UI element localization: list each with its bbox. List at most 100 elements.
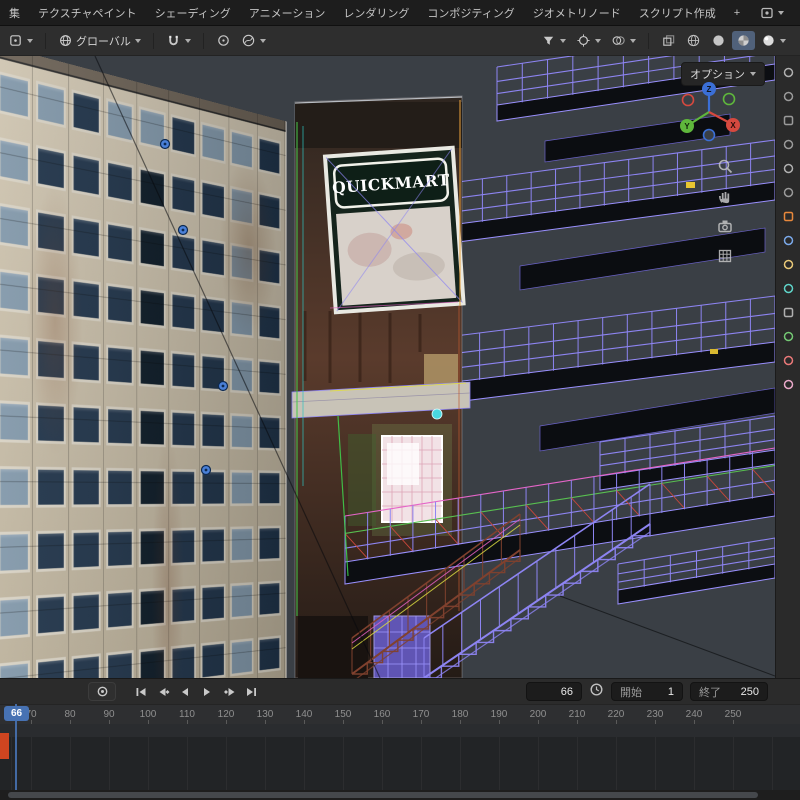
properties-tab-physics-icon[interactable] bbox=[782, 282, 795, 295]
ruler-tick-label: 180 bbox=[452, 709, 469, 720]
ruler-tick-label: 100 bbox=[140, 709, 157, 720]
navigation-gizmo[interactable]: Z Y X bbox=[677, 80, 741, 144]
current-frame-field[interactable]: 66 bbox=[526, 682, 582, 701]
object-type-visibility-dropdown[interactable] bbox=[537, 31, 570, 50]
shading-rendered-button[interactable] bbox=[757, 31, 790, 50]
show-gizmo-dropdown[interactable] bbox=[572, 31, 605, 50]
workspace-tab[interactable]: シェーディング bbox=[146, 1, 240, 25]
walkway-bottom[interactable] bbox=[618, 538, 775, 604]
properties-tab-object-icon[interactable] bbox=[782, 210, 795, 223]
frame-end-field[interactable]: 終了 250 bbox=[690, 682, 768, 701]
ruler-tick-label: 210 bbox=[569, 709, 586, 720]
timeline-header: 66 開始 1 終了 250 bbox=[0, 678, 800, 704]
3d-viewport[interactable]: QUICKMART bbox=[0, 56, 775, 678]
workspace-tab[interactable]: ジオメトリノード bbox=[524, 1, 630, 25]
camera-view-icon[interactable] bbox=[715, 216, 735, 236]
axis-neg-x[interactable] bbox=[683, 95, 694, 106]
cable-2 bbox=[560, 596, 775, 676]
ruler-tick-label: 130 bbox=[257, 709, 274, 720]
properties-tab-object-data-icon[interactable] bbox=[782, 330, 795, 343]
workspace-tab[interactable]: レンダリング bbox=[334, 1, 418, 25]
timeline-channels[interactable] bbox=[0, 724, 800, 790]
workspace-tab[interactable]: アニメーション bbox=[240, 1, 335, 25]
ruler-tick-label: 120 bbox=[218, 709, 235, 720]
timeline-channel-color bbox=[0, 733, 9, 759]
editor-mode-icon[interactable] bbox=[4, 31, 37, 50]
tower-building[interactable]: QUICKMART bbox=[292, 96, 470, 678]
viewport-header: グローバル bbox=[0, 26, 800, 56]
jump-to-end-button[interactable] bbox=[242, 683, 261, 700]
orientation-label: グローバル bbox=[76, 33, 131, 49]
topbar: 集テクスチャペイントシェーディングアニメーションレンダリングコンポジティングジオ… bbox=[0, 0, 800, 26]
gizmo-icon bbox=[576, 33, 591, 48]
svg-text:Z: Z bbox=[707, 85, 712, 94]
quickmart-sign[interactable]: QUICKMART bbox=[325, 148, 464, 313]
play-button[interactable] bbox=[198, 683, 217, 700]
next-keyframe-button[interactable] bbox=[220, 683, 239, 700]
jump-to-start-button[interactable] bbox=[132, 683, 151, 700]
ruler-tick-label: 140 bbox=[296, 709, 313, 720]
scene-selector-icon[interactable] bbox=[756, 4, 788, 22]
ruler-tick-label: 190 bbox=[491, 709, 508, 720]
snap-magnet-button[interactable] bbox=[162, 31, 195, 50]
shading-material-button[interactable] bbox=[732, 31, 755, 50]
proportional-editing-button[interactable] bbox=[212, 31, 235, 50]
solid-sphere-icon bbox=[711, 33, 726, 48]
playhead-frame-badge[interactable]: 66 bbox=[4, 706, 29, 721]
material-sphere-icon bbox=[736, 33, 751, 48]
properties-tab-render-icon[interactable] bbox=[782, 90, 795, 103]
workspace-tab[interactable]: テクスチャペイント bbox=[29, 1, 146, 25]
workspace-tab[interactable]: + bbox=[725, 3, 749, 23]
ruler-tick-label: 230 bbox=[647, 709, 664, 720]
ruler-tick-label: 240 bbox=[686, 709, 703, 720]
properties-tab-constraints-icon[interactable] bbox=[782, 306, 795, 319]
overlays-icon bbox=[611, 33, 626, 48]
timeline-summary-row bbox=[0, 724, 800, 737]
ruler-tick-label: 160 bbox=[374, 709, 391, 720]
properties-tab-material-icon[interactable] bbox=[782, 354, 795, 367]
timeline[interactable]: 7080901001101201301401501601701801902002… bbox=[0, 704, 800, 800]
properties-tab-tool-icon[interactable] bbox=[782, 66, 795, 79]
zoom-icon[interactable] bbox=[715, 156, 735, 176]
ruler-tick-label: 220 bbox=[608, 709, 625, 720]
yellow-marker-1 bbox=[686, 182, 695, 188]
properties-tab-modifiers-icon[interactable] bbox=[782, 234, 795, 247]
axis-neg-y[interactable] bbox=[724, 94, 735, 105]
toggle-xray-button[interactable] bbox=[657, 31, 680, 50]
show-overlays-dropdown[interactable] bbox=[607, 31, 640, 50]
properties-tab-scene-icon[interactable] bbox=[782, 162, 795, 175]
proportional-falloff-dropdown[interactable] bbox=[237, 31, 270, 50]
toggle-perspective-icon[interactable] bbox=[715, 246, 735, 266]
falloff-curve-icon bbox=[241, 33, 256, 48]
play-reverse-button[interactable] bbox=[176, 683, 195, 700]
auto-keyframe-button[interactable] bbox=[88, 682, 116, 701]
workspace-tab[interactable]: コンポジティング bbox=[418, 1, 523, 25]
cyan-sphere-widget[interactable] bbox=[432, 409, 442, 419]
properties-tab-texture-icon[interactable] bbox=[782, 378, 795, 391]
properties-tab-output-icon[interactable] bbox=[782, 114, 795, 127]
workspace-tab[interactable]: スクリプト作成 bbox=[630, 1, 725, 25]
properties-tab-particles-icon[interactable] bbox=[782, 258, 795, 271]
shading-solid-button[interactable] bbox=[707, 31, 730, 50]
previous-keyframe-button[interactable] bbox=[154, 683, 173, 700]
properties-tab-view-layer-icon[interactable] bbox=[782, 138, 795, 151]
ruler-tick-label: 110 bbox=[179, 709, 195, 720]
axis-neg-z[interactable] bbox=[704, 130, 715, 141]
magnet-icon bbox=[166, 33, 181, 48]
walkway-third[interactable] bbox=[455, 296, 775, 402]
workspace-tab[interactable]: 集 bbox=[0, 1, 29, 25]
transform-orientation-dropdown[interactable]: グローバル bbox=[54, 31, 145, 51]
ruler-tick-label: 250 bbox=[725, 709, 742, 720]
timeline-ruler[interactable]: 7080901001101201301401501601701801902002… bbox=[0, 704, 800, 724]
hook-widgets[interactable] bbox=[161, 140, 228, 475]
ruler-tick-label: 170 bbox=[413, 709, 430, 720]
viewport-canvas[interactable]: QUICKMART bbox=[0, 56, 775, 678]
move-hand-icon[interactable] bbox=[715, 186, 735, 206]
properties-tab-rail bbox=[775, 56, 800, 678]
frame-start-field[interactable]: 開始 1 bbox=[611, 682, 683, 701]
walkway-third-beam bbox=[540, 388, 775, 451]
timeline-scrollbar-handle[interactable] bbox=[8, 792, 758, 798]
timeline-scrollbar[interactable] bbox=[0, 790, 800, 800]
shading-wireframe-button[interactable] bbox=[682, 31, 705, 50]
properties-tab-world-icon[interactable] bbox=[782, 186, 795, 199]
